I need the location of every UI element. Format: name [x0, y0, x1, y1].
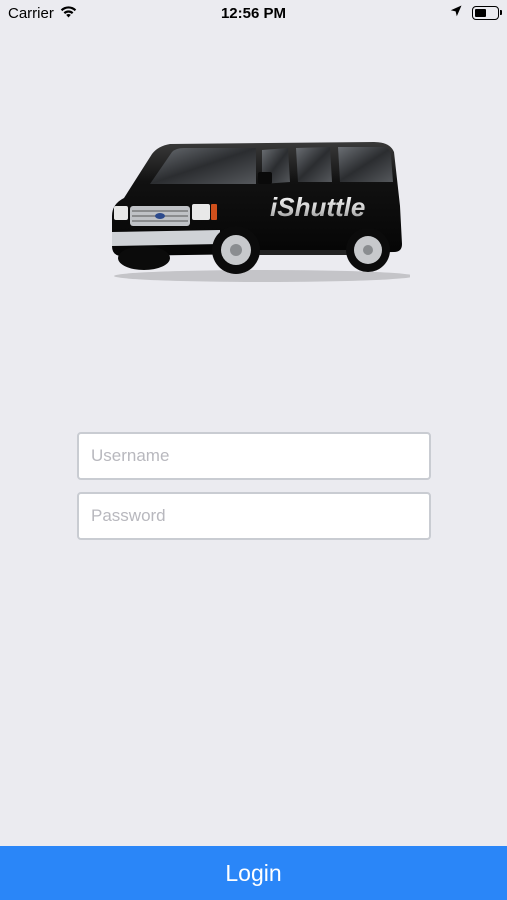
- status-right: [450, 4, 502, 21]
- logo-text: iShuttle: [270, 192, 365, 222]
- username-field[interactable]: [77, 432, 431, 480]
- van-logo: iShuttle: [104, 136, 414, 286]
- battery-cap: [499, 10, 502, 15]
- status-bar: Carrier 12:56 PM: [0, 0, 507, 28]
- rear-wheel: [346, 228, 390, 272]
- password-field[interactable]: [77, 492, 431, 540]
- battery-icon: [472, 5, 502, 20]
- login-button[interactable]: Login: [0, 846, 507, 900]
- location-arrow-icon: [450, 4, 462, 21]
- status-time: 12:56 PM: [220, 5, 287, 22]
- front-wheel: [212, 226, 260, 274]
- battery-level: [475, 8, 486, 17]
- login-screen: Carrier 12:56 PM iShuttle Username Login: [0, 0, 507, 900]
